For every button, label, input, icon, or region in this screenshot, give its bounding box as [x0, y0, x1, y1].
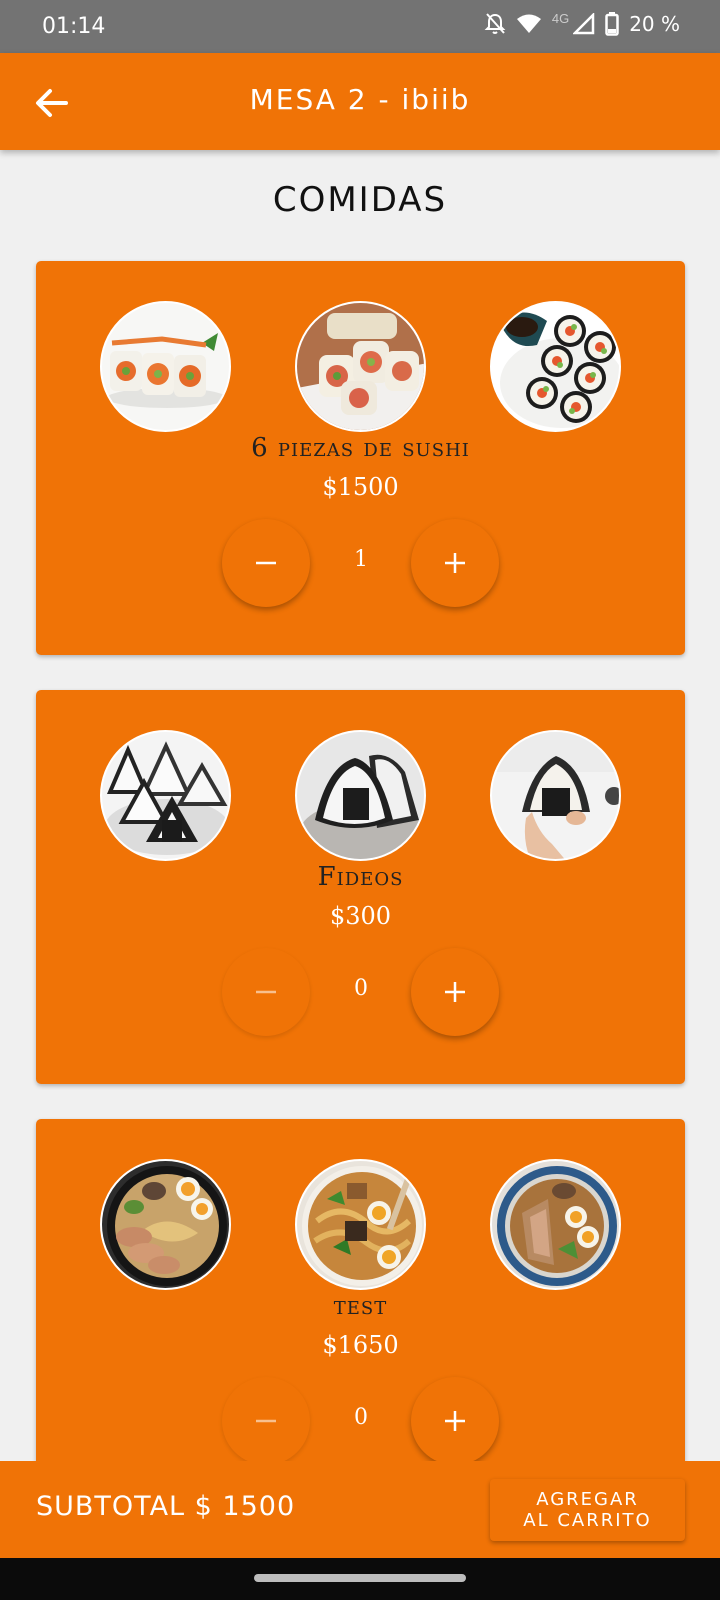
decrease-quantity-button[interactable] [222, 948, 310, 1036]
increase-quantity-button[interactable] [411, 948, 499, 1036]
add-to-cart-button[interactable]: AGREGAR AL CARRITO [490, 1479, 685, 1541]
quantity-value: 0 [354, 1405, 368, 1430]
quantity-value: 1 [354, 547, 368, 572]
subtotal-label: SUBTOTAL $ 1500 [36, 1491, 296, 1522]
wifi-icon [516, 14, 541, 33]
add-to-cart-label-line1: AGREGAR [536, 1489, 639, 1510]
food-image [295, 1159, 426, 1290]
item-price: $300 [329, 902, 392, 930]
food-image [100, 1159, 231, 1290]
menu-item-card: Fideos $300 0 [36, 690, 685, 1084]
increase-quantity-button[interactable] [411, 519, 499, 607]
food-image [295, 301, 426, 432]
food-image [295, 730, 426, 861]
decrease-quantity-button[interactable] [222, 519, 310, 607]
food-image [100, 301, 231, 432]
signal-icon [573, 13, 595, 35]
item-price: $1500 [322, 473, 399, 501]
item-price: $1650 [322, 1331, 399, 1359]
status-icons: 4G 20 % [484, 10, 680, 36]
item-name: Fideos [317, 862, 404, 892]
app-bar: MESA 2 - ibiib [0, 53, 720, 150]
increase-quantity-button[interactable] [411, 1377, 499, 1465]
minus-icon [256, 990, 276, 994]
page-title: MESA 2 - ibiib [249, 83, 471, 116]
food-image [490, 730, 621, 861]
plus-icon [445, 1411, 465, 1431]
notifications-off-icon [484, 13, 506, 34]
network-type: 4G [551, 10, 570, 26]
section-title: COMIDAS [272, 180, 448, 220]
system-navigation-bar [0, 1558, 720, 1600]
battery-icon [605, 12, 619, 36]
minus-icon [256, 561, 276, 565]
plus-icon [445, 553, 465, 573]
minus-icon [256, 1419, 276, 1423]
food-image [490, 1159, 621, 1290]
decrease-quantity-button[interactable] [222, 1377, 310, 1465]
item-name: test [333, 1291, 388, 1321]
plus-icon [445, 982, 465, 1002]
quantity-value: 0 [354, 976, 368, 1001]
battery-percent: 20 % [629, 12, 680, 36]
food-image [100, 730, 231, 861]
item-name: 6 piezas de sushi [251, 433, 470, 463]
add-to-cart-label-line2: AL CARRITO [523, 1510, 652, 1531]
menu-item-card: 6 piezas de sushi $1500 1 [36, 261, 685, 655]
status-bar: 01:14 4G 20 % [0, 0, 720, 53]
status-time: 01:14 [42, 14, 106, 39]
home-gesture-handle[interactable] [254, 1574, 466, 1582]
menu-item-card: test $1650 0 [36, 1119, 685, 1513]
food-image [490, 301, 621, 432]
bottom-bar: SUBTOTAL $ 1500 AGREGAR AL CARRITO [0, 1461, 720, 1558]
